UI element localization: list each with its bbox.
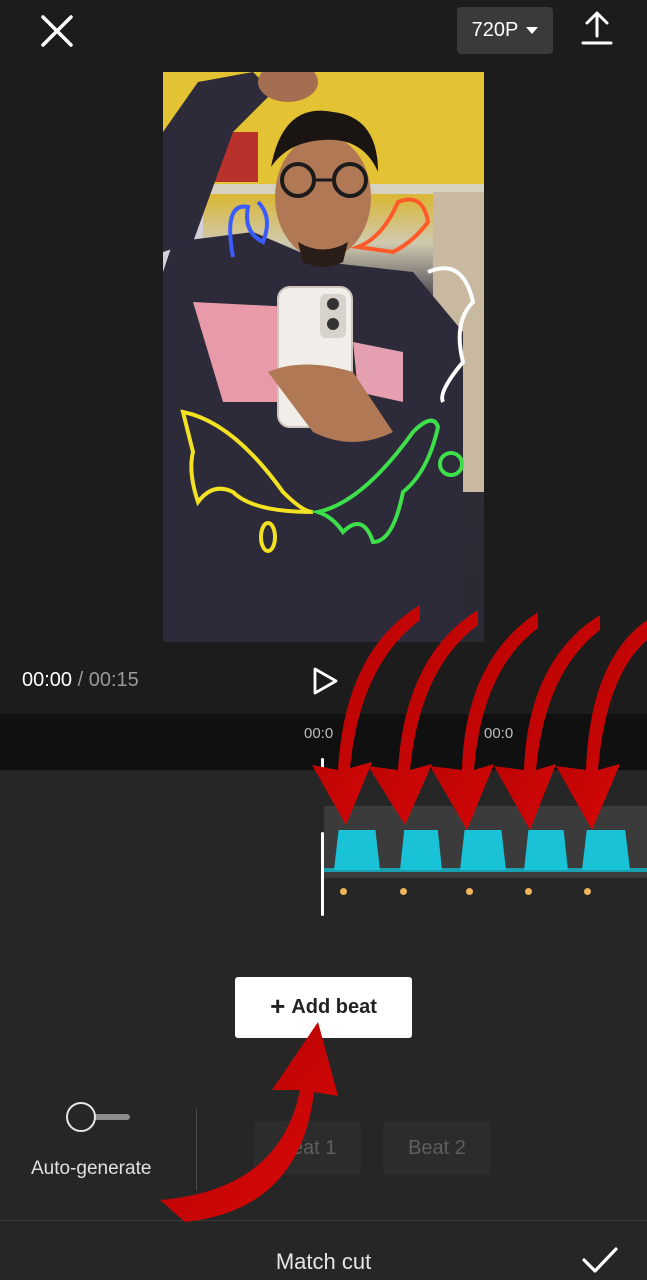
tick-label: 00:0 bbox=[304, 725, 334, 742]
waveform-peak bbox=[334, 830, 380, 870]
beat-marker[interactable] bbox=[466, 888, 473, 895]
playhead-top bbox=[321, 758, 324, 772]
play-icon[interactable] bbox=[310, 666, 340, 696]
chevron-down-icon bbox=[526, 27, 539, 34]
total-time: 00:15 bbox=[88, 669, 139, 691]
plus-icon: + bbox=[270, 991, 286, 1021]
current-time: 00:00 bbox=[22, 669, 73, 691]
time-separator: / bbox=[72, 669, 89, 691]
add-beat-label: Add beat bbox=[291, 996, 377, 1018]
divider bbox=[196, 1108, 197, 1190]
waveform-peak bbox=[582, 830, 630, 870]
video-preview-area bbox=[0, 64, 647, 654]
checkmark-icon[interactable] bbox=[580, 1243, 620, 1277]
time-display: 00:00 / 00:15 bbox=[22, 669, 139, 692]
beat-marker[interactable] bbox=[525, 888, 532, 895]
resolution-label: 720P bbox=[471, 19, 519, 41]
beat-marker[interactable] bbox=[584, 888, 591, 895]
beat-1-option[interactable]: Beat 1 bbox=[254, 1121, 361, 1175]
waveform-peak bbox=[400, 830, 442, 870]
top-bar: 720P bbox=[0, 0, 647, 64]
auto-generate-label: Auto-generate bbox=[31, 1158, 152, 1179]
beat-marker[interactable] bbox=[340, 888, 347, 895]
tick-dot bbox=[591, 731, 594, 734]
upload-icon[interactable] bbox=[578, 8, 616, 48]
bottom-bar: Match cut bbox=[0, 1220, 647, 1280]
waveform-peak bbox=[460, 830, 506, 870]
panel-title: Match cut bbox=[275, 1249, 372, 1274]
beat-marker[interactable] bbox=[400, 888, 407, 895]
playback-controls: 00:00 / 00:15 bbox=[0, 654, 647, 714]
video-frame-image bbox=[163, 72, 484, 642]
video-preview[interactable] bbox=[163, 72, 484, 642]
toggle-knob bbox=[66, 1102, 96, 1132]
waveform-peak bbox=[524, 830, 568, 870]
tick-dot bbox=[411, 731, 414, 734]
beat-editor: + Add beat Auto-generate Beat 1 Beat 2 bbox=[0, 758, 647, 1220]
tick-label: 00:0 bbox=[484, 725, 514, 742]
auto-generate-toggle[interactable] bbox=[66, 1100, 130, 1134]
close-icon[interactable] bbox=[36, 10, 78, 52]
beat-2-option[interactable]: Beat 2 bbox=[383, 1121, 491, 1175]
audio-waveform-track[interactable] bbox=[324, 806, 647, 878]
resolution-dropdown[interactable]: 720P bbox=[457, 7, 553, 54]
add-beat-button[interactable]: + Add beat bbox=[235, 977, 412, 1038]
